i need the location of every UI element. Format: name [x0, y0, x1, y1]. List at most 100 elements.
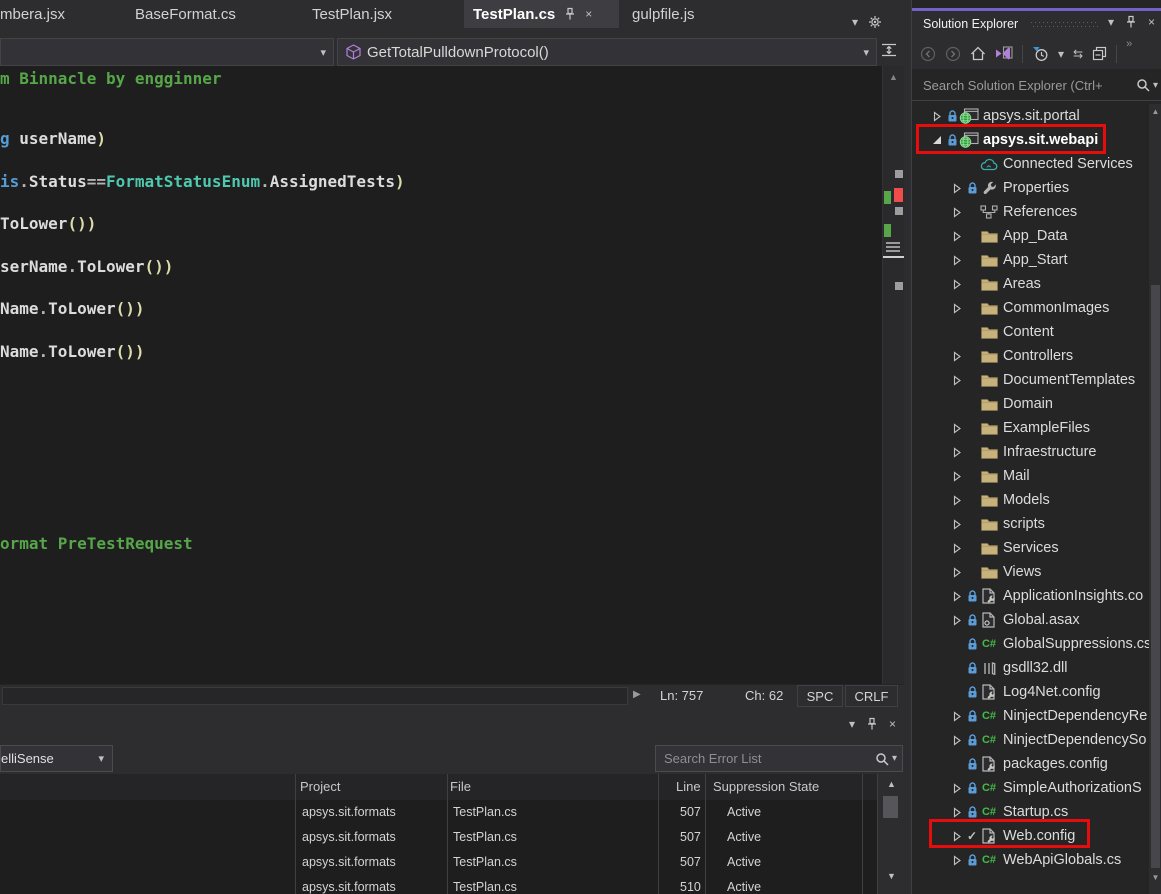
arrow-collapsed-icon[interactable]	[952, 711, 962, 722]
expander-collapsed[interactable]	[949, 567, 965, 578]
search-icon[interactable]	[875, 752, 889, 766]
solution-explorer-scrollbar[interactable]: ▲ ▼	[1149, 104, 1161, 894]
tree-item-ApplicationInsights.co[interactable]: ApplicationInsights.co	[912, 584, 1149, 608]
arrow-collapsed-icon[interactable]	[952, 471, 962, 482]
expander-collapsed[interactable]	[949, 255, 965, 266]
tree-item-DocumentTemplates[interactable]: DocumentTemplates	[912, 368, 1149, 392]
code-editor[interactable]: m Binnacle by engginnerg userName)is.Sta…	[0, 66, 882, 684]
tree-item-ExampleFiles[interactable]: ExampleFiles	[912, 416, 1149, 440]
scrollbar-thumb[interactable]	[883, 796, 898, 818]
scroll-down-icon[interactable]: ▼	[878, 871, 905, 881]
arrow-collapsed-icon[interactable]	[952, 351, 962, 362]
back-icon[interactable]	[920, 46, 936, 62]
collapse-all-icon[interactable]	[1092, 46, 1107, 61]
intellisense-dropdown[interactable]: elliSense ▾	[0, 745, 113, 772]
expander-collapsed[interactable]	[949, 711, 965, 722]
drag-grip[interactable]	[1031, 22, 1099, 28]
tree-item-scripts[interactable]: scripts	[912, 512, 1149, 536]
solution-explorer-search[interactable]: Search Solution Explorer (Ctrl+ ▾	[912, 70, 1161, 101]
pin-icon[interactable]	[564, 7, 576, 21]
expander-collapsed[interactable]	[949, 735, 965, 746]
status-spaces[interactable]: SPC	[797, 685, 843, 707]
scroll-up-icon[interactable]: ▲	[883, 72, 904, 82]
history-icon[interactable]	[1032, 46, 1049, 62]
tree-item-SimpleAuthorizationS[interactable]: C#SimpleAuthorizationS	[912, 776, 1149, 800]
arrow-collapsed-icon[interactable]	[952, 423, 962, 434]
expander-collapsed[interactable]	[949, 375, 965, 386]
expander-collapsed[interactable]	[949, 591, 965, 602]
error-list-row[interactable]: apsys.sit.formatsTestPlan.cs507Active	[0, 800, 876, 825]
sync-active-document-icon[interactable]	[995, 46, 1013, 61]
tree-item-NinjectDependencyRe[interactable]: C#NinjectDependencyRe	[912, 704, 1149, 728]
scroll-up-icon[interactable]: ▲	[878, 779, 905, 789]
arrow-collapsed-icon[interactable]	[952, 207, 962, 218]
chevron-down-icon[interactable]: ▾	[849, 718, 855, 730]
tree-item-gsdll32.dll[interactable]: gsdll32.dll	[912, 656, 1149, 680]
arrow-collapsed-icon[interactable]	[952, 255, 962, 266]
home-icon[interactable]	[970, 46, 986, 61]
tree-item-Infraestructure[interactable]: Infraestructure	[912, 440, 1149, 464]
tree-item-Content[interactable]: Content	[912, 320, 1149, 344]
gear-icon[interactable]	[868, 15, 882, 29]
tree-item-App_Start[interactable]: App_Start	[912, 248, 1149, 272]
tree-item-Models[interactable]: Models	[912, 488, 1149, 512]
expander-collapsed[interactable]	[949, 183, 965, 194]
chevron-down-small-icon[interactable]: ▾	[1058, 48, 1064, 60]
error-list-search[interactable]: Search Error List ▾	[655, 745, 903, 772]
expander-collapsed[interactable]	[949, 855, 965, 866]
expander-collapsed[interactable]	[949, 303, 965, 314]
error-list-row[interactable]: apsys.sit.formatsTestPlan.cs507Active	[0, 850, 876, 875]
expander-collapsed[interactable]	[949, 519, 965, 530]
search-icon[interactable]	[1136, 78, 1150, 92]
arrow-collapsed-icon[interactable]	[952, 783, 962, 794]
arrow-collapsed-icon[interactable]	[932, 111, 942, 122]
tree-item-Services[interactable]: Services	[912, 536, 1149, 560]
expander-collapsed[interactable]	[949, 207, 965, 218]
arrow-collapsed-icon[interactable]	[952, 615, 962, 626]
member-dropdown[interactable]: GetTotalPulldownProtocol() ▾	[337, 38, 877, 66]
error-list-row[interactable]: apsys.sit.formatsTestPlan.cs507Active	[0, 825, 876, 850]
horizontal-scrollbar[interactable]	[2, 687, 628, 705]
tab-TestPlan.cs[interactable]: TestPlan.cs×	[464, 0, 619, 28]
status-line-ending[interactable]: CRLF	[845, 685, 898, 707]
error-list-row[interactable]: apsys.sit.formatsTestPlan.cs510Active	[0, 875, 876, 894]
arrow-collapsed-icon[interactable]	[952, 303, 962, 314]
tab-gulpfile.js[interactable]: gulpfile.js	[623, 0, 771, 28]
split-window-icon[interactable]	[881, 42, 897, 58]
tree-item-Controllers[interactable]: Controllers	[912, 344, 1149, 368]
expander-collapsed[interactable]	[949, 543, 965, 554]
expander-collapsed[interactable]	[949, 807, 965, 818]
tree-item-Connected Services[interactable]: Connected Services	[912, 152, 1149, 176]
tree-item-App_Data[interactable]: App_Data	[912, 224, 1149, 248]
tree-item-NinjectDependencySo[interactable]: C#NinjectDependencySo	[912, 728, 1149, 752]
arrow-collapsed-icon[interactable]	[952, 447, 962, 458]
arrow-collapsed-icon[interactable]	[952, 735, 962, 746]
arrow-collapsed-icon[interactable]	[952, 807, 962, 818]
arrow-collapsed-icon[interactable]	[952, 231, 962, 242]
tab-TestPlan.jsx[interactable]: TestPlan.jsx	[303, 0, 460, 28]
tree-item-Log4Net.config[interactable]: Log4Net.config	[912, 680, 1149, 704]
column-header-line[interactable]: Line	[676, 779, 701, 794]
chevron-down-icon[interactable]: ▾	[1108, 16, 1114, 28]
chevron-down-icon[interactable]: ▾	[852, 16, 858, 28]
forward-icon[interactable]	[945, 46, 961, 62]
expander-collapsed[interactable]	[949, 447, 965, 458]
close-icon[interactable]: ×	[585, 8, 592, 20]
arrow-collapsed-icon[interactable]	[952, 543, 962, 554]
expander-collapsed[interactable]	[949, 423, 965, 434]
arrow-collapsed-icon[interactable]	[952, 855, 962, 866]
scrollbar-thumb[interactable]	[1151, 285, 1160, 868]
pin-icon[interactable]	[1125, 15, 1137, 29]
expander-collapsed[interactable]	[929, 111, 945, 122]
tab-mbera.jsx[interactable]: mbera.jsx	[0, 0, 122, 28]
tree-item-Mail[interactable]: Mail	[912, 464, 1149, 488]
scroll-right-icon[interactable]: ▶	[633, 689, 641, 700]
tree-item-Views[interactable]: Views	[912, 560, 1149, 584]
column-header-file[interactable]: File	[450, 779, 471, 794]
tree-item-References[interactable]: References	[912, 200, 1149, 224]
arrow-collapsed-icon[interactable]	[952, 591, 962, 602]
expander-collapsed[interactable]	[949, 495, 965, 506]
arrow-collapsed-icon[interactable]	[952, 495, 962, 506]
arrow-collapsed-icon[interactable]	[952, 567, 962, 578]
tab-BaseFormat.cs[interactable]: BaseFormat.cs	[126, 0, 299, 28]
